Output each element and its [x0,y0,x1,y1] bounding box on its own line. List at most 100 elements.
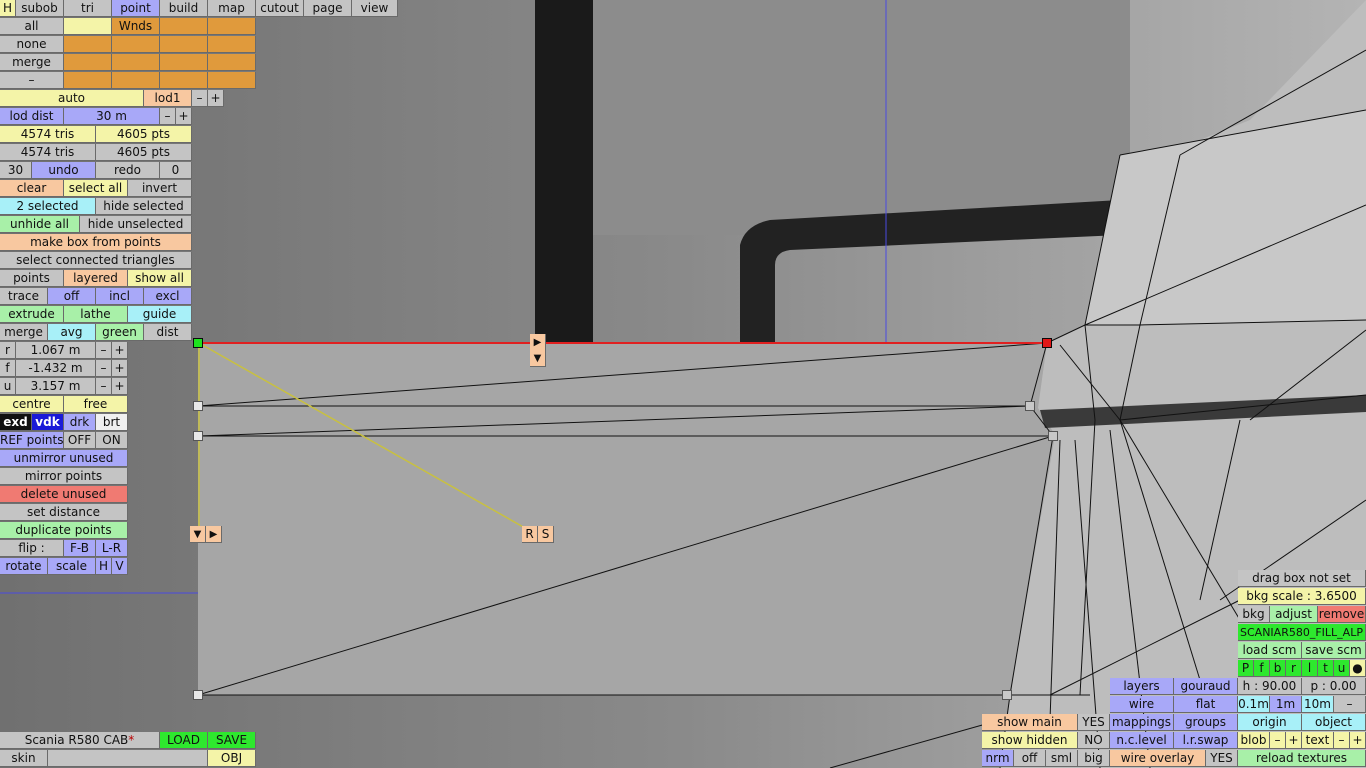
coord-f-minus-button[interactable]: – [96,360,112,377]
step-01m-button[interactable]: 0.1m [1238,696,1270,713]
delete-unused-button[interactable]: delete unused [0,486,128,503]
h-button[interactable]: H [96,558,112,575]
vertex-handle-selected-red[interactable] [1042,338,1052,348]
bkg-button[interactable]: bkg [1238,606,1270,623]
bkg-adjust-button[interactable]: adjust [1270,606,1318,623]
vertex-handle[interactable] [193,431,203,441]
show-all-button[interactable]: show all [128,270,192,287]
undo-button[interactable]: undo [32,162,96,179]
view-t-button[interactable]: t [1318,660,1334,677]
arrow-down-marker[interactable]: ▼ [530,350,546,367]
step-10m-button[interactable]: 10m [1302,696,1334,713]
tab-tri[interactable]: tri [64,0,112,17]
reload-textures-button[interactable]: reload textures [1238,750,1366,767]
nc-level-button[interactable]: n.c.level [1110,732,1174,749]
arrow-right-marker[interactable]: ▶ [530,334,546,351]
coord-u-minus-button[interactable]: – [96,378,112,395]
blob-plus-button[interactable]: + [1286,732,1302,749]
gouraud-button[interactable]: gouraud [1174,678,1238,695]
arrow-down-marker-left[interactable]: ▼ [190,526,206,543]
normals-big-button[interactable]: big [1078,750,1110,767]
view-f-button[interactable]: f [1254,660,1270,677]
exd-button[interactable]: exd [0,414,32,431]
coord-r-minus-button[interactable]: – [96,342,112,359]
subob-all-button[interactable]: all [0,18,64,35]
rotate-marker[interactable]: R [522,526,538,543]
trace-incl-button[interactable]: incl [96,288,144,305]
object-button[interactable]: object [1302,714,1366,731]
dist-button[interactable]: dist [144,324,192,341]
vdk-button[interactable]: vdk [32,414,64,431]
subob-slot[interactable] [208,54,256,71]
bkg-scale[interactable]: bkg scale : 3.6500 [1238,588,1366,605]
clear-selection-button[interactable]: clear [0,180,64,197]
coord-u-value[interactable]: 3.157 m [16,378,96,395]
obj-button[interactable]: OBJ [208,750,256,767]
layered-mode-button[interactable]: layered [64,270,128,287]
origin-button[interactable]: origin [1238,714,1302,731]
heading-value[interactable]: h : 90.00 [1238,678,1302,695]
subob-wnds[interactable]: Wnds [112,18,160,35]
vertex-handle[interactable] [1048,431,1058,441]
drk-button[interactable]: drk [64,414,96,431]
skin-button[interactable]: skin [0,750,48,767]
duplicate-points-button[interactable]: duplicate points [0,522,128,539]
3d-viewport[interactable] [0,0,1366,768]
view-r-button[interactable]: r [1286,660,1302,677]
subob-slot[interactable] [64,18,112,35]
save-button[interactable]: SAVE [208,732,256,749]
rotate-button[interactable]: rotate [0,558,48,575]
extrude-button[interactable]: extrude [0,306,64,323]
subob-dash-button[interactable]: – [0,72,64,89]
subob-slot[interactable] [64,36,112,53]
trace-excl-button[interactable]: excl [144,288,192,305]
subob-slot[interactable] [208,72,256,89]
tab-cutout[interactable]: cutout [256,0,304,17]
coord-f-value[interactable]: -1.432 m [16,360,96,377]
mappings-button[interactable]: mappings [1110,714,1174,731]
subob-slot[interactable] [208,36,256,53]
groups-button[interactable]: groups [1174,714,1238,731]
coord-r-plus-button[interactable]: + [112,342,128,359]
subob-slot[interactable] [160,72,208,89]
tab-point[interactable]: point [112,0,160,17]
layers-button[interactable]: layers [1110,678,1174,695]
invert-selection-button[interactable]: invert [128,180,192,197]
coord-u-plus-button[interactable]: + [112,378,128,395]
centre-button[interactable]: centre [0,396,64,413]
coord-r-value[interactable]: 1.067 m [16,342,96,359]
trace-off-button[interactable]: off [48,288,96,305]
text-plus-button[interactable]: + [1350,732,1366,749]
vertex-handle-selected-green[interactable] [193,338,203,348]
normals-off-button[interactable]: off [1014,750,1046,767]
scale-marker[interactable]: S [538,526,554,543]
show-hidden-state[interactable]: NO [1078,732,1110,749]
vertex-handle[interactable] [1002,690,1012,700]
subob-slot[interactable] [160,18,208,35]
lod-plus-button[interactable]: + [208,90,224,107]
lr-swap-button[interactable]: l.r.swap [1174,732,1238,749]
subob-slot[interactable] [64,72,112,89]
vertex-handle[interactable] [193,401,203,411]
ref-points-on-button[interactable]: ON [96,432,128,449]
fill-texture-name[interactable]: SCANIAR580_FILL_ALP [1238,624,1366,641]
bkg-remove-button[interactable]: remove [1318,606,1366,623]
text-button[interactable]: text [1302,732,1334,749]
make-box-from-points-button[interactable]: make box from points [0,234,192,251]
wire-overlay-button[interactable]: wire overlay [1110,750,1206,767]
skin-field[interactable] [48,750,208,767]
show-main-button[interactable]: show main [982,714,1078,731]
tab-page[interactable]: page [304,0,352,17]
pitch-value[interactable]: p : 0.00 [1302,678,1366,695]
arrow-right-marker-left[interactable]: ▶ [206,526,222,543]
subob-slot[interactable] [112,54,160,71]
show-hidden-button[interactable]: show hidden [982,732,1078,749]
redo-button[interactable]: redo [96,162,160,179]
step-1m-button[interactable]: 1m [1270,696,1302,713]
set-distance-button[interactable]: set distance [0,504,128,521]
normals-nrm-button[interactable]: nrm [982,750,1014,767]
show-main-state[interactable]: YES [1078,714,1110,731]
coord-f-plus-button[interactable]: + [112,360,128,377]
view-b-button[interactable]: b [1270,660,1286,677]
subob-none-button[interactable]: none [0,36,64,53]
